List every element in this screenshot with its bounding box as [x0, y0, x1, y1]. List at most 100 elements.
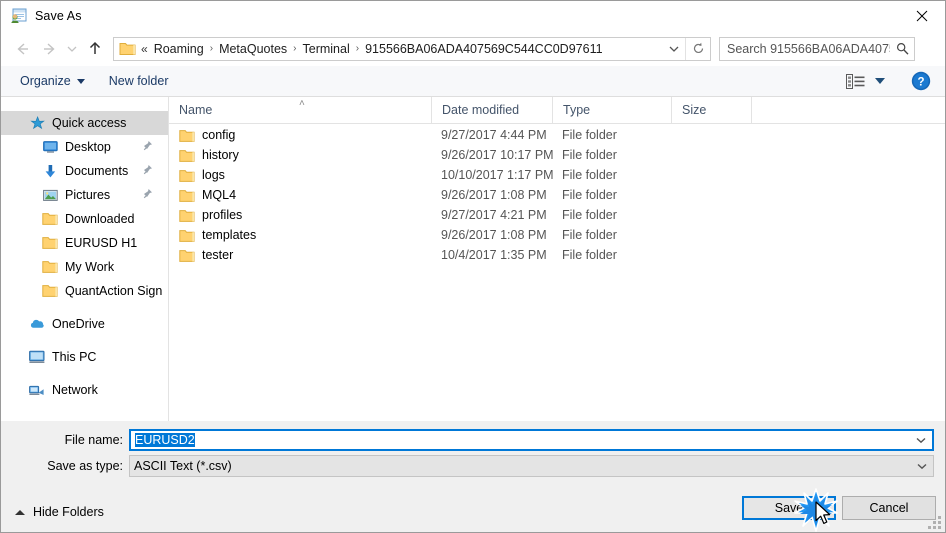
savetype-select[interactable]: ASCII Text (*.csv): [129, 455, 934, 477]
new-folder-button[interactable]: New folder: [102, 69, 176, 93]
filename-value: EURUSD2: [131, 433, 910, 447]
forward-arrow-icon: [44, 42, 55, 55]
column-headers: Name ˄ Date modified Type Size: [169, 97, 945, 124]
this-pc-icon: [29, 349, 45, 365]
help-icon: ?: [911, 71, 931, 91]
column-header-type[interactable]: Type: [552, 97, 671, 123]
folder-icon: [179, 249, 195, 263]
close-button[interactable]: [899, 1, 945, 31]
onedrive-cloud-icon: [29, 316, 45, 332]
view-options-icon: [845, 73, 864, 89]
table-row[interactable]: logs 10/10/2017 1:17 PM File folder: [169, 167, 945, 187]
table-row[interactable]: tester 10/4/2017 1:35 PM File folder: [169, 247, 945, 267]
sidebar-item-network[interactable]: Network: [1, 378, 168, 402]
breadcrumb-item-terminal[interactable]: Terminal: [300, 42, 353, 56]
title-bar: Save As: [1, 1, 945, 31]
sidebar-item-documents[interactable]: Documents: [1, 159, 168, 183]
breadcrumb-separator: ›: [355, 43, 360, 54]
sidebar-item-downloaded[interactable]: Downloaded: [1, 207, 168, 231]
refresh-button[interactable]: [685, 37, 710, 60]
filename-dropdown-button[interactable]: [910, 431, 932, 449]
cancel-button[interactable]: Cancel: [842, 496, 936, 520]
cancel-button-label: Cancel: [869, 501, 909, 515]
breadcrumb-item-guid[interactable]: 915566BA06ADA407569C544CC0D97611: [362, 42, 605, 56]
file-name: history: [202, 148, 239, 162]
pin-icon[interactable]: [141, 140, 153, 153]
file-name: logs: [202, 168, 225, 182]
file-date: 9/26/2017 1:08 PM: [441, 188, 547, 202]
table-row[interactable]: profiles 9/27/2017 4:21 PM File folder: [169, 207, 945, 227]
table-row[interactable]: MQL4 9/26/2017 1:08 PM File folder: [169, 187, 945, 207]
main-content: Quick access Desktop Documents Pictures …: [1, 97, 945, 421]
sidebar-item-onedrive[interactable]: OneDrive: [1, 312, 168, 336]
column-header-date-modified[interactable]: Date modified: [431, 97, 552, 123]
sidebar-item-eurusd-h1[interactable]: EURUSD H1: [1, 231, 168, 255]
breadcrumb: « Roaming › MetaQuotes › Terminal › 9155…: [139, 42, 663, 56]
chevron-down-icon: [669, 46, 679, 52]
breadcrumb-separator: ›: [293, 43, 297, 54]
refresh-icon: [693, 42, 703, 54]
file-type: File folder: [562, 248, 617, 262]
sidebar-item-desktop[interactable]: Desktop: [1, 135, 168, 159]
save-button-label: Save: [774, 501, 804, 515]
table-row[interactable]: config 9/27/2017 4:44 PM File folder: [169, 127, 945, 147]
up-button[interactable]: [82, 36, 108, 62]
search-placeholder: Search 915566BA06ADA40756...: [727, 41, 890, 56]
breadcrumb-item-roaming[interactable]: Roaming: [151, 42, 207, 56]
organize-label: Organize: [20, 74, 71, 88]
table-row[interactable]: templates 9/26/2017 1:08 PM File folder: [169, 227, 945, 247]
breadcrumb-separator: ›: [209, 43, 214, 54]
save-as-dialog: Save As « Roaming › MetaQuotes › Termina…: [0, 0, 946, 533]
documents-download-icon: [42, 163, 58, 179]
search-icon[interactable]: [890, 38, 914, 60]
pin-icon[interactable]: [141, 188, 153, 201]
breadcrumb-overflow[interactable]: «: [139, 42, 151, 56]
breadcrumb-item-metaquotes[interactable]: MetaQuotes: [216, 42, 290, 56]
sidebar-item-label: Documents: [65, 164, 129, 178]
file-date: 9/26/2017 10:17 PM: [441, 148, 554, 162]
sidebar-item-label: QuantAction Signal: [65, 284, 162, 298]
savetype-value: ASCII Text (*.csv): [134, 459, 232, 473]
back-arrow-icon: [17, 42, 28, 55]
view-dropdown-button[interactable]: [875, 78, 885, 84]
sidebar-item-label: My Work: [65, 260, 115, 274]
forward-button[interactable]: [36, 36, 62, 62]
table-row[interactable]: history 9/26/2017 10:17 PM File folder: [169, 147, 945, 167]
help-button[interactable]: ?: [911, 71, 931, 91]
file-name: MQL4: [202, 188, 237, 202]
toolbar: Organize New folder ?: [1, 66, 945, 97]
address-bar[interactable]: « Roaming › MetaQuotes › Terminal › 9155…: [113, 36, 711, 61]
view-options-button[interactable]: [844, 70, 866, 92]
search-input[interactable]: Search 915566BA06ADA40756...: [719, 36, 915, 61]
svg-text:?: ?: [917, 77, 924, 89]
filename-input[interactable]: EURUSD2: [129, 429, 934, 451]
hide-folders-label: Hide Folders: [33, 505, 104, 519]
organize-button[interactable]: Organize: [13, 69, 92, 93]
sidebar-item-my-work[interactable]: My Work: [1, 255, 168, 279]
sidebar-item-quantaction-signal[interactable]: QuantAction Signal: [1, 279, 168, 303]
back-button[interactable]: [10, 36, 36, 62]
resize-grip-icon[interactable]: [927, 515, 941, 529]
address-dropdown-button[interactable]: [663, 38, 685, 60]
savetype-dropdown-button[interactable]: [911, 457, 933, 475]
sidebar-item-this-pc[interactable]: This PC: [1, 345, 168, 369]
column-header-name[interactable]: Name ˄: [169, 97, 431, 123]
file-type: File folder: [562, 148, 617, 162]
hide-folders-button[interactable]: Hide Folders: [15, 503, 104, 521]
sidebar-item-label: Downloaded: [65, 212, 135, 226]
folder-icon: [179, 169, 195, 183]
column-header-label: Size: [682, 103, 707, 117]
sidebar-item-pictures[interactable]: Pictures: [1, 183, 168, 207]
save-button[interactable]: Save: [742, 496, 836, 520]
pin-icon[interactable]: [141, 164, 153, 177]
chevron-down-icon: [917, 463, 927, 469]
filename-row: File name: EURUSD2: [1, 429, 945, 451]
folder-icon: [42, 259, 58, 275]
sidebar-item-quick-access[interactable]: Quick access: [1, 111, 168, 135]
save-as-window-icon: [10, 8, 27, 24]
navigation-sidebar: Quick access Desktop Documents Pictures …: [1, 97, 169, 421]
recent-locations-button[interactable]: [62, 36, 82, 62]
pictures-icon: [42, 187, 58, 203]
column-header-size[interactable]: Size: [671, 97, 751, 123]
